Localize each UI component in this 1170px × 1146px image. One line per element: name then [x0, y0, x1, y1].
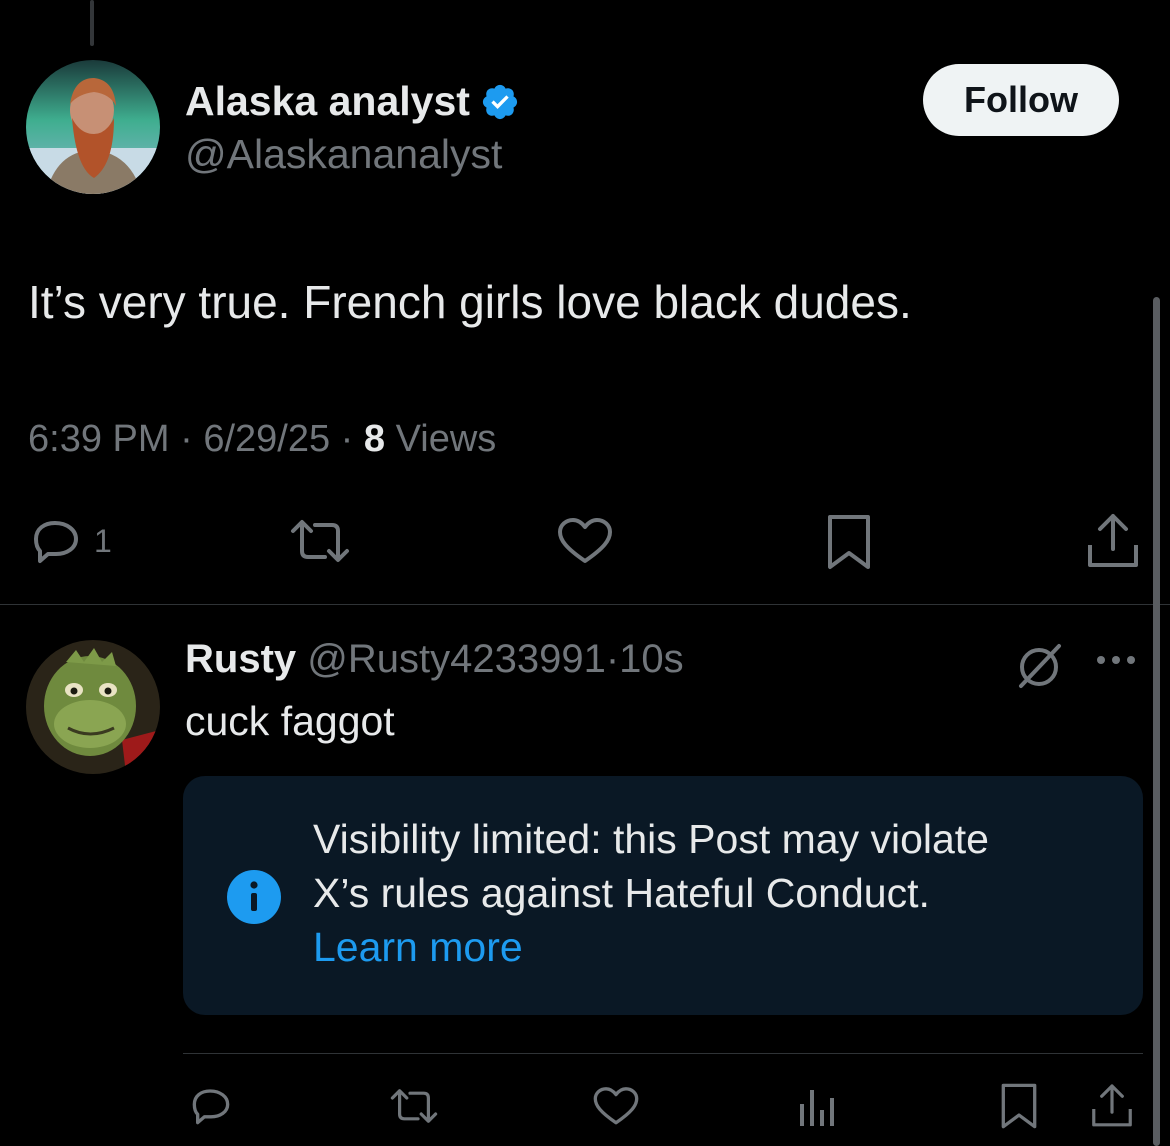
- share-button[interactable]: [1086, 511, 1140, 569]
- bookmark-icon: [826, 513, 872, 571]
- visibility-notice: Visibility limited: this Post may violat…: [183, 776, 1143, 1015]
- reply-author-handle[interactable]: @Rusty4233991: [307, 637, 606, 681]
- post-action-bar: 1: [0, 505, 1170, 575]
- reply-share-button[interactable]: [1090, 1082, 1134, 1128]
- analytics-icon: [797, 1084, 837, 1128]
- author-handle[interactable]: @Alaskananalyst: [185, 131, 502, 178]
- post-date[interactable]: 6/29/25: [203, 418, 330, 460]
- reply-analytics-button[interactable]: [797, 1084, 837, 1128]
- reply-header: Rusty @Rusty4233991·10s: [185, 637, 684, 682]
- post-time[interactable]: 6:39 PM: [28, 418, 170, 460]
- reply-divider: [183, 1053, 1143, 1054]
- reply-icon: [28, 517, 84, 565]
- like-button[interactable]: [556, 517, 614, 567]
- bookmark-button[interactable]: [826, 513, 872, 571]
- reply-like-button[interactable]: [592, 1086, 640, 1128]
- heart-icon: [556, 517, 614, 567]
- author-avatar[interactable]: [26, 60, 160, 194]
- reply-icon: [186, 1086, 236, 1126]
- verified-badge-icon: [480, 82, 520, 122]
- views-count: 8: [363, 418, 386, 460]
- more-options-icon[interactable]: [1094, 648, 1138, 672]
- share-icon: [1086, 511, 1140, 569]
- info-icon: [227, 870, 281, 924]
- reply-time[interactable]: 10s: [619, 637, 684, 681]
- reply-author-name[interactable]: Rusty: [185, 637, 296, 681]
- heart-icon: [592, 1086, 640, 1128]
- repost-icon: [386, 1086, 442, 1126]
- reply-bookmark-button[interactable]: [1000, 1082, 1038, 1130]
- reply-button[interactable]: 1: [28, 517, 112, 565]
- reply-separator: ·: [605, 637, 620, 681]
- post-meta: 6:39 PM · 6/29/25 · 8 Views: [28, 418, 496, 461]
- limited-visibility-icon[interactable]: [1013, 640, 1065, 692]
- post-divider: [0, 604, 1170, 605]
- reply-repost-button[interactable]: [386, 1086, 442, 1126]
- repost-button[interactable]: [285, 517, 355, 565]
- notice-line-1: Visibility limited: this Post may violat…: [313, 816, 989, 862]
- bookmark-icon: [1000, 1082, 1038, 1130]
- tweet-thread-view: Alaska analyst @Alaskananalyst Follow It…: [0, 0, 1170, 1146]
- post-text: It’s very true. French girls love black …: [28, 276, 912, 328]
- reply-reply-button[interactable]: [186, 1086, 236, 1126]
- reply-author-avatar[interactable]: [26, 640, 160, 774]
- author-name-text: Alaska analyst: [185, 78, 470, 124]
- follow-button[interactable]: Follow: [923, 64, 1119, 136]
- notice-line-2: X’s rules against Hateful Conduct.: [313, 870, 930, 916]
- visibility-notice-text: Visibility limited: this Post may violat…: [313, 812, 1113, 974]
- scrollbar[interactable]: [1153, 297, 1160, 1146]
- views-label: Views: [395, 418, 497, 460]
- reply-text: cuck faggot: [185, 698, 395, 744]
- share-icon: [1090, 1082, 1134, 1128]
- learn-more-link[interactable]: Learn more: [313, 920, 1113, 974]
- thread-connector-line: [90, 0, 94, 46]
- repost-icon: [285, 517, 355, 565]
- reply-action-bar: [0, 1080, 1170, 1130]
- reply-count: 1: [94, 522, 112, 559]
- author-name[interactable]: Alaska analyst: [185, 78, 520, 125]
- meta-separator: ·: [180, 418, 193, 460]
- meta-separator: ·: [340, 418, 354, 460]
